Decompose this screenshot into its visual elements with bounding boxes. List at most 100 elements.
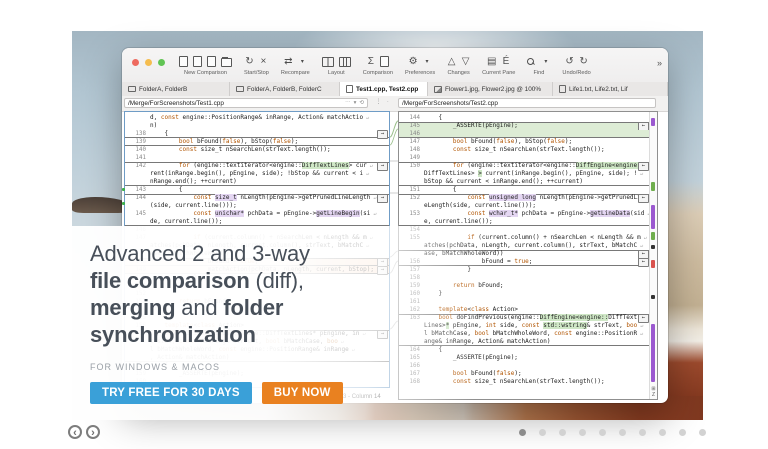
change-overview-mark[interactable] bbox=[651, 118, 655, 126]
previous-change-icon[interactable]: △ bbox=[447, 56, 456, 68]
line-number: 148 bbox=[409, 147, 420, 153]
redo-icon[interactable]: ↻ bbox=[579, 56, 588, 68]
line-number: 145 bbox=[135, 211, 146, 217]
change-overview-strip[interactable]: ⊞ Z bbox=[649, 112, 657, 399]
toolbar: New Comparison ↻ × Start/Stop ⇄ ▾ Recompare Lay… bbox=[122, 48, 668, 83]
save-pane-icon[interactable]: ▤ bbox=[487, 56, 496, 68]
carousel-dot-2[interactable] bbox=[539, 429, 546, 436]
toolbar-group-preferences[interactable]: ⚙ ▾ Preferences bbox=[405, 55, 435, 76]
carousel-prev-button[interactable]: ‹ bbox=[68, 425, 82, 439]
line-number: 146 bbox=[409, 131, 420, 137]
carousel-dot-8[interactable] bbox=[659, 429, 666, 436]
tab-bar: FolderA, FolderB FolderA, FolderB, Folder… bbox=[122, 82, 668, 97]
carousel-dot-7[interactable] bbox=[639, 429, 646, 436]
promo-subtitle: FOR WINDOWS & MACOS bbox=[90, 362, 220, 372]
preferences-gear-icon[interactable]: ⚙ bbox=[409, 56, 418, 68]
layout-two-pane-icon[interactable] bbox=[321, 56, 334, 68]
carousel-next-button[interactable]: › bbox=[86, 425, 100, 439]
comparison-sigma-icon[interactable]: Σ bbox=[366, 56, 375, 68]
toolbar-group-label: Start/Stop bbox=[244, 70, 269, 76]
carousel-dot-5[interactable] bbox=[599, 429, 606, 436]
toolbar-group-comparison[interactable]: Σ Comparison bbox=[363, 55, 393, 76]
new-folder-comparison-icon[interactable] bbox=[193, 56, 202, 68]
toolbar-group-find[interactable]: ▾ Find bbox=[527, 55, 550, 76]
try-free-button[interactable]: TRY FREE FOR 30 DAYS bbox=[90, 382, 252, 404]
buy-now-button[interactable]: BUY NOW bbox=[261, 382, 343, 404]
line-number: 141 bbox=[135, 155, 146, 161]
code-line: 142 for (engine::textiterator<engine::Di… bbox=[125, 162, 389, 171]
find-caret-icon[interactable]: ▾ bbox=[541, 56, 550, 68]
toolbar-group-changes[interactable]: △ ▽ Changes bbox=[447, 55, 470, 76]
start-icon[interactable]: ↻ bbox=[245, 56, 254, 68]
change-overview-mark[interactable] bbox=[651, 205, 655, 229]
line-number: 150 bbox=[409, 163, 420, 169]
path-menu-dots-icon[interactable]: ⋯ bbox=[345, 100, 351, 106]
code-line: 138 {→ bbox=[125, 130, 389, 139]
toolbar-group-layout[interactable]: Layout bbox=[321, 55, 351, 76]
code-line: DiffTextLines> > current(inRange.begin()… bbox=[399, 170, 650, 178]
change-overview-mark[interactable] bbox=[651, 295, 655, 299]
toolbar-overflow-chevron-icon[interactable]: » bbox=[657, 58, 662, 68]
preferences-caret-icon[interactable]: ▾ bbox=[423, 56, 432, 68]
code-line: 141 bbox=[125, 154, 389, 162]
carousel-dot-1[interactable] bbox=[519, 429, 526, 436]
promo-headline-line: synchronization bbox=[90, 322, 256, 347]
comparison-report-icon[interactable] bbox=[380, 56, 390, 68]
right-file-path-field[interactable]: /Merge/ForScreenshots/Test2.cpp bbox=[398, 98, 656, 108]
toolbar-group-current-pane[interactable]: ▤ É Current Pane bbox=[482, 55, 515, 76]
recompare-caret-icon[interactable]: ▾ bbox=[298, 56, 307, 68]
edit-pane-icon[interactable]: É bbox=[502, 56, 511, 68]
wrap-indicator-icon: ↵ bbox=[637, 171, 644, 177]
toolbar-group-undo-redo[interactable]: ↺ ↻ Undo/Redo bbox=[562, 55, 590, 76]
code-line: 140 const size_t nSearchLen(strText.leng… bbox=[125, 146, 389, 154]
change-overview-mark[interactable] bbox=[651, 245, 655, 249]
change-marker-dot bbox=[122, 202, 125, 205]
toolbar-group-label: Layout bbox=[327, 70, 345, 76]
close-window-icon[interactable] bbox=[132, 59, 139, 66]
path-caret-icon[interactable]: ▾ bbox=[354, 100, 357, 106]
recompare-icon[interactable]: ⇄ bbox=[284, 56, 293, 68]
new-folder-icon[interactable] bbox=[221, 56, 232, 68]
change-overview-mark[interactable] bbox=[651, 260, 655, 268]
path-reload-icon[interactable]: ⟲ bbox=[359, 100, 364, 106]
new-image-comparison-icon[interactable] bbox=[207, 56, 216, 68]
code-line: 147 bool bFound(false), bStop(false); bbox=[399, 138, 650, 146]
line-number bbox=[399, 218, 424, 226]
window-controls bbox=[132, 59, 165, 66]
carousel-dot-10[interactable] bbox=[699, 429, 706, 436]
toolbar-group-recompare[interactable]: ⇄ ▾ Recompare bbox=[281, 55, 310, 76]
code-line: 153 const wchar_t* pchData = pEngine->ge… bbox=[399, 210, 650, 218]
code-line: 144 const size_t nLength(pEngine->getPru… bbox=[125, 194, 389, 203]
change-marker-dot bbox=[122, 188, 125, 191]
tab-test1-cpp-test2-cpp[interactable]: Test1.cpp, Test2.cpp bbox=[340, 82, 428, 96]
new-text-comparison-icon[interactable] bbox=[179, 56, 188, 68]
toolbar-group-start-stop[interactable]: ↻ × Start/Stop bbox=[244, 55, 269, 76]
toolbar-group-new-comparison[interactable]: New Comparison bbox=[179, 55, 232, 76]
change-overview-mark[interactable] bbox=[651, 182, 655, 191]
left-file-path-field[interactable]: /Merge/ForScreenshots/Test1.cpp ⋯ ▾ ⟲ bbox=[124, 98, 368, 108]
tab-flower1-jpg-flower2-jpg-100-[interactable]: Flower1.jpg, Flower2.jpg @ 100% bbox=[428, 82, 553, 96]
line-number: 139 bbox=[135, 139, 146, 145]
tab-life1-txt-life2-txt-lif[interactable]: Life1.txt, Life2.txt, Lif bbox=[553, 82, 668, 96]
carousel-dot-4[interactable] bbox=[579, 429, 586, 436]
next-change-icon[interactable]: ▽ bbox=[461, 56, 470, 68]
find-magnifier-icon[interactable] bbox=[527, 56, 536, 68]
doc-icon bbox=[559, 85, 566, 93]
img-icon bbox=[434, 85, 442, 93]
minimize-window-icon[interactable] bbox=[145, 59, 152, 66]
change-overview-mark[interactable] bbox=[651, 324, 655, 382]
code-line: nRange.end(); ++current) bbox=[125, 178, 389, 186]
layout-three-pane-icon[interactable] bbox=[338, 56, 351, 68]
carousel-dot-6[interactable] bbox=[619, 429, 626, 436]
zoom-window-icon[interactable] bbox=[158, 59, 165, 66]
folder-icon bbox=[128, 86, 136, 92]
tab-label: Test1.cpp, Test2.cpp bbox=[356, 85, 419, 93]
code-line: n) bbox=[125, 122, 389, 130]
change-overview-mark[interactable] bbox=[651, 232, 655, 240]
stop-icon[interactable]: × bbox=[259, 56, 268, 68]
undo-icon[interactable]: ↺ bbox=[565, 56, 574, 68]
tab-foldera-folderb[interactable]: FolderA, FolderB bbox=[122, 82, 230, 96]
carousel-dot-9[interactable] bbox=[679, 429, 686, 436]
carousel-dot-3[interactable] bbox=[559, 429, 566, 436]
tab-foldera-folderb-folderc[interactable]: FolderA, FolderB, FolderC bbox=[230, 82, 340, 96]
